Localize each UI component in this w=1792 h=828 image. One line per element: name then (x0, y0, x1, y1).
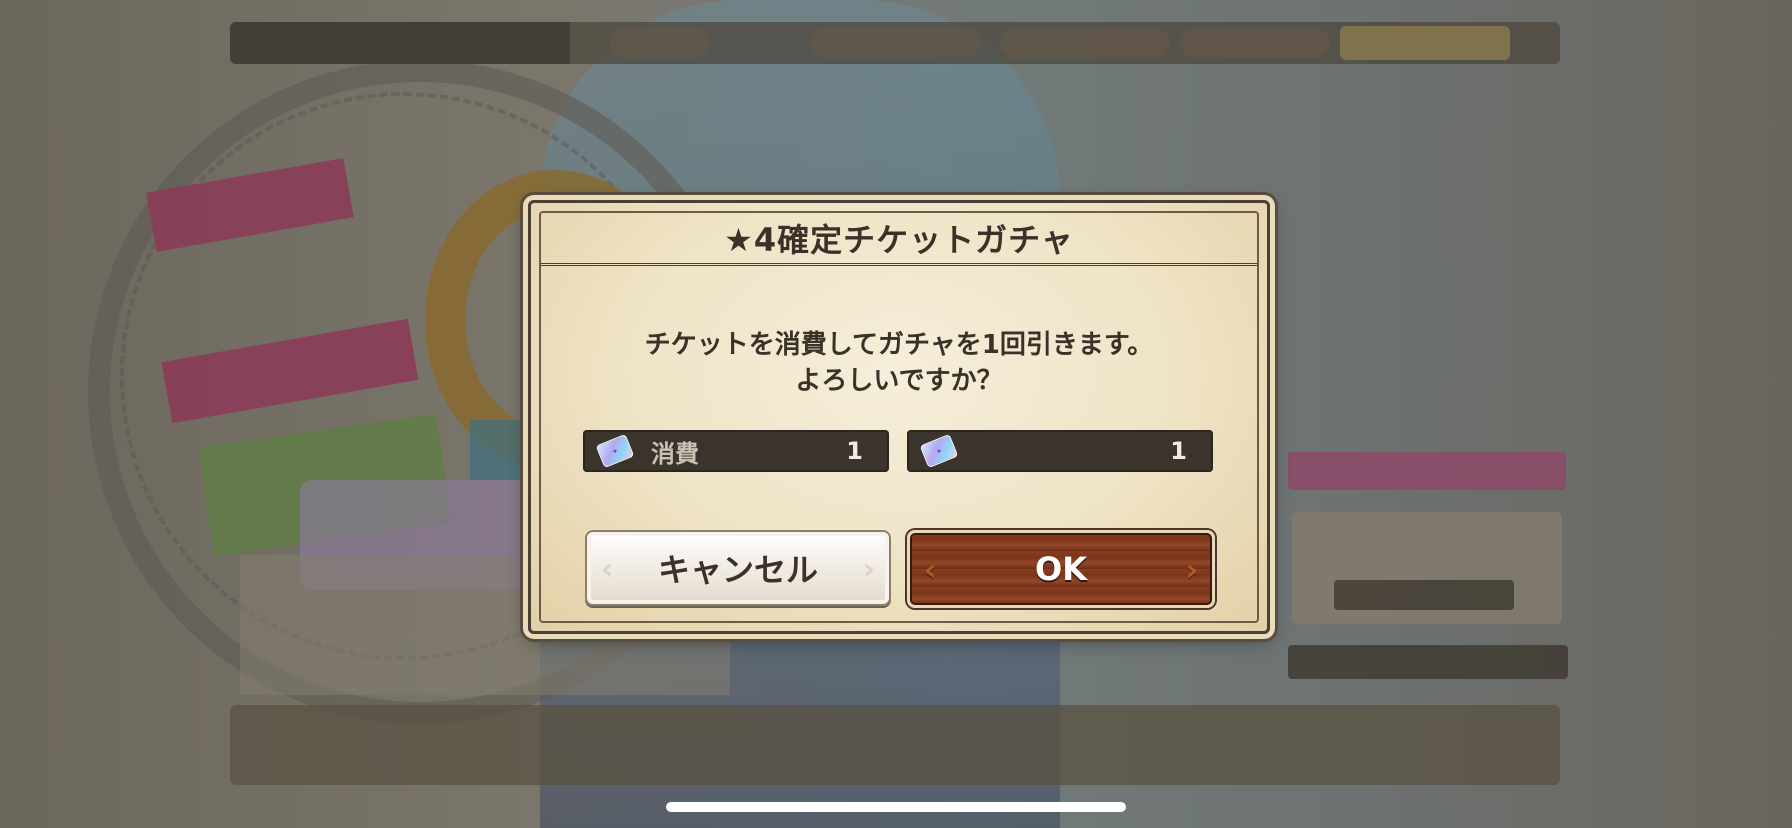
dialog-title: ★4確定チケットガチャ (724, 221, 1074, 259)
dialog-message-line1: チケットを消費してガチャを1回引きます。 (644, 330, 1154, 360)
background-top-gold-button (1340, 26, 1510, 60)
background-top-bar-title (230, 22, 570, 64)
background-pink-label (1288, 452, 1566, 490)
background-draw-card-bar (1334, 580, 1514, 610)
chevron-left-icon: ‹ (924, 553, 937, 588)
ok-button[interactable]: ‹ OK › (907, 530, 1215, 608)
chevron-left-icon: ‹ (601, 552, 614, 587)
gacha-ticket-icon: ✦ (595, 433, 635, 469)
home-indicator[interactable] (666, 802, 1126, 812)
background-top-button (610, 28, 710, 58)
owned-ticket-row: ✦ 1 (907, 430, 1213, 472)
cancel-button-label: キャンセル (657, 551, 818, 589)
consume-label: 消費 (651, 439, 699, 468)
dialog-message-line2: よろしいですか？ (795, 366, 1003, 396)
background-bottom-nav (230, 705, 1560, 785)
chevron-right-icon: › (1185, 553, 1198, 588)
background-top-button (1000, 28, 1170, 58)
chevron-right-icon: › (862, 552, 875, 587)
dialog-header: ★4確定チケットガチャ (541, 213, 1257, 266)
confirm-gacha-dialog: ★4確定チケットガチャ チケットを消費してガチャを1回引きます。 よろしいですか… (528, 200, 1270, 634)
owned-count: 1 (1170, 437, 1187, 465)
consume-count: 1 (846, 437, 863, 465)
background-top-button (1180, 28, 1330, 58)
cancel-button[interactable]: ‹ キャンセル › (585, 530, 891, 606)
ok-button-label: OK (1035, 550, 1087, 588)
dialog-message: チケットを消費してガチャを1回引きます。 よろしいですか？ (531, 327, 1267, 399)
gacha-ticket-icon: ✦ (919, 433, 959, 469)
background-top-button (810, 28, 980, 58)
background-ticket-bar (1288, 645, 1568, 679)
consume-ticket-row: ✦ 消費 1 (583, 430, 889, 472)
